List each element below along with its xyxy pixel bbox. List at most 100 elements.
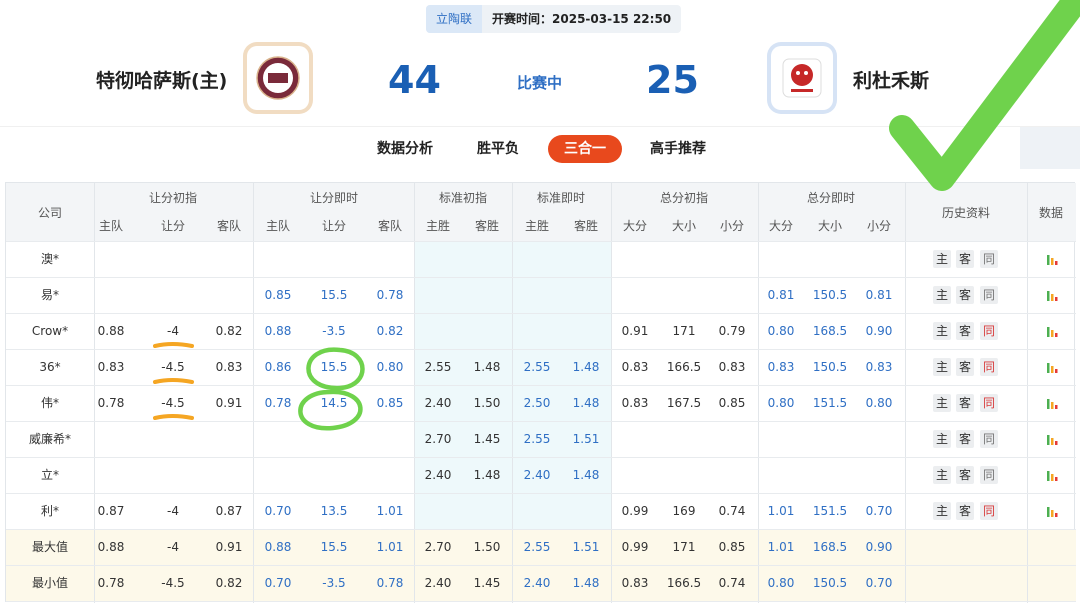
history-away-button[interactable]: 客 xyxy=(956,250,974,268)
home-crest-icon xyxy=(256,56,300,100)
away-score: 25 xyxy=(646,58,699,102)
summary-cell: 2.55 xyxy=(523,540,551,554)
odds-cell: 2.55 xyxy=(523,432,551,446)
summary-cell: 0.99 xyxy=(621,540,649,554)
away-crest-icon xyxy=(782,58,822,98)
home-score: 44 xyxy=(388,58,441,102)
company-name: 威廉希* xyxy=(28,432,71,446)
summary-cell: 1.51 xyxy=(572,540,600,554)
row-divider xyxy=(6,349,1076,350)
home-team-name[interactable]: 特彻哈萨斯(主) xyxy=(96,66,227,93)
summary-cell: 0.83 xyxy=(621,576,649,590)
odds-cell: 0.82 xyxy=(215,324,243,338)
history-same-button[interactable]: 同 xyxy=(980,358,998,376)
odds-cell: 0.74 xyxy=(718,504,746,518)
odds-cell: 0.99 xyxy=(621,504,649,518)
tab-data-analysis[interactable]: 数据分析 xyxy=(377,135,433,163)
column-subheader: 主队 xyxy=(265,219,290,233)
bar-chart-icon[interactable] xyxy=(1046,253,1060,265)
bar-chart-icon[interactable] xyxy=(1046,361,1060,373)
history-home-button[interactable]: 主 xyxy=(933,286,951,304)
history-same-button[interactable]: 同 xyxy=(980,394,998,412)
bar-chart-icon[interactable] xyxy=(1046,469,1060,481)
bar-chart-icon[interactable] xyxy=(1046,505,1060,517)
history-away-button[interactable]: 客 xyxy=(956,358,974,376)
summary-label: 最小值 xyxy=(31,576,68,590)
league-tag[interactable]: 立陶联 xyxy=(426,5,483,33)
column-divider xyxy=(1027,183,1028,603)
odds-cell: 1.48 xyxy=(572,396,600,410)
history-away-button[interactable]: 客 xyxy=(956,466,974,484)
column-divider xyxy=(905,183,906,603)
history-home-button[interactable]: 主 xyxy=(933,394,951,412)
odds-cell: 0.88 xyxy=(264,324,292,338)
summary-cell: 166.5 xyxy=(666,576,702,590)
odds-cell: 0.82 xyxy=(376,324,404,338)
odds-cell: 0.87 xyxy=(215,504,243,518)
history-home-button[interactable]: 主 xyxy=(933,502,951,520)
summary-cell: 0.91 xyxy=(215,540,243,554)
history-away-button[interactable]: 客 xyxy=(956,286,974,304)
history-home-button[interactable]: 主 xyxy=(933,466,951,484)
odds-cell: 0.90 xyxy=(865,324,893,338)
history-home-button[interactable]: 主 xyxy=(933,430,951,448)
bar-chart-icon[interactable] xyxy=(1046,433,1060,445)
odds-cell: 15.5 xyxy=(320,288,348,302)
history-same-button[interactable]: 同 xyxy=(980,250,998,268)
history-home-button[interactable]: 主 xyxy=(933,250,951,268)
odds-cell: -4.5 xyxy=(161,396,185,410)
odds-cell: 0.81 xyxy=(865,288,893,302)
history-same-button[interactable]: 同 xyxy=(980,322,998,340)
bar-chart-icon[interactable] xyxy=(1046,289,1060,301)
odds-cell: 2.50 xyxy=(523,396,551,410)
tab-expert-picks[interactable]: 高手推荐 xyxy=(650,135,706,163)
summary-cell: 0.74 xyxy=(718,576,746,590)
history-home-button[interactable]: 主 xyxy=(933,358,951,376)
odds-cell: -4 xyxy=(167,504,179,518)
column-subheader: 主队 xyxy=(98,219,123,233)
odds-cell: 0.70 xyxy=(865,504,893,518)
history-away-button[interactable]: 客 xyxy=(956,322,974,340)
tab-win-draw-lose[interactable]: 胜平负 xyxy=(477,135,519,163)
away-team-logo[interactable] xyxy=(771,46,833,110)
odds-cell: 2.55 xyxy=(523,360,551,374)
summary-cell: 0.78 xyxy=(97,576,125,590)
odds-cell: -4.5 xyxy=(161,360,185,374)
bar-chart-icon[interactable] xyxy=(1046,325,1060,337)
odds-cell: 14.5 xyxy=(320,396,348,410)
history-home-button[interactable]: 主 xyxy=(933,322,951,340)
history-away-button[interactable]: 客 xyxy=(956,430,974,448)
history-away-button[interactable]: 客 xyxy=(956,394,974,412)
summary-cell: 2.70 xyxy=(424,540,452,554)
column-group-header: 让分即时 xyxy=(309,191,358,205)
history-same-button[interactable]: 同 xyxy=(980,502,998,520)
start-time: 开赛时间：2025-03-15 22:50 xyxy=(492,12,672,26)
history-same-button[interactable]: 同 xyxy=(980,430,998,448)
company-name: 澳* xyxy=(40,252,59,266)
away-team-name[interactable]: 利杜禾斯 xyxy=(853,66,929,93)
history-same-button[interactable]: 同 xyxy=(980,286,998,304)
column-subheader: 大分 xyxy=(768,219,793,233)
summary-cell: 0.70 xyxy=(264,576,292,590)
summary-cell: -4.5 xyxy=(161,576,185,590)
odds-cell: 2.55 xyxy=(424,360,452,374)
column-group-header: 标准初指 xyxy=(438,191,487,205)
tab-three-in-one[interactable]: 三合一 xyxy=(548,135,622,163)
bar-chart-icon[interactable] xyxy=(1046,397,1060,409)
odds-cell: 0.83 xyxy=(97,360,125,374)
odds-cell: 169 xyxy=(672,504,696,518)
home-team-logo[interactable] xyxy=(247,46,309,110)
company-name: 利* xyxy=(40,504,59,518)
column-header-data: 数据 xyxy=(1038,206,1063,220)
history-same-button[interactable]: 同 xyxy=(980,466,998,484)
column-subheader: 大小 xyxy=(817,219,842,233)
history-away-button[interactable]: 客 xyxy=(956,502,974,520)
odds-cell: 1.48 xyxy=(473,360,501,374)
column-group-header: 总分即时 xyxy=(806,191,855,205)
odds-cell: 0.80 xyxy=(865,396,893,410)
company-name: Crow* xyxy=(31,324,69,338)
odds-cell: 1.50 xyxy=(473,396,501,410)
column-subheader: 客胜 xyxy=(573,219,598,233)
odds-cell: -3.5 xyxy=(322,324,346,338)
odds-cell: 13.5 xyxy=(320,504,348,518)
